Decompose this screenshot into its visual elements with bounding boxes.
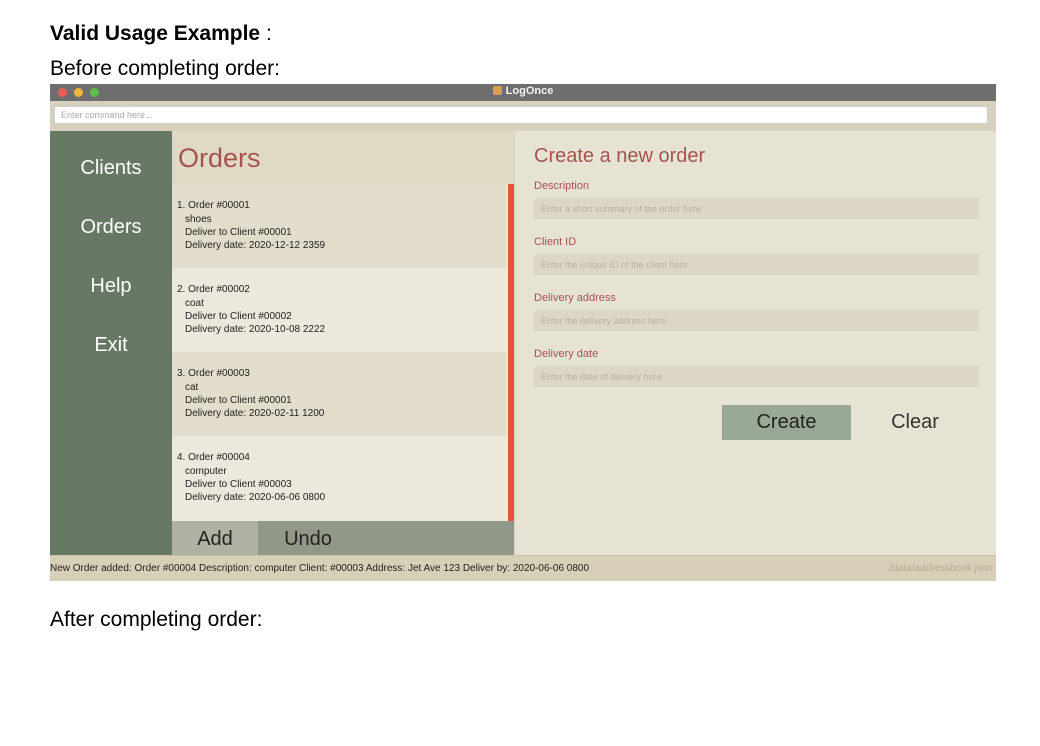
delivery-address-label: Delivery address	[534, 292, 616, 304]
app-window: LogOnce Clients Orders Help Exit Orders …	[50, 84, 996, 581]
order-number: 3. Order #00003	[177, 368, 250, 379]
before-label: Before completing order:	[50, 57, 280, 80]
create-order-form: Create a new order Description Client ID…	[514, 131, 996, 555]
sidebar-item-help[interactable]: Help	[50, 275, 172, 298]
description-input[interactable]	[534, 198, 979, 219]
list-item[interactable]: 4. Order #00004 computer Deliver to Clie…	[172, 436, 506, 520]
client-id-label: Client ID	[534, 236, 577, 248]
create-button[interactable]: Create	[722, 405, 851, 440]
delivery-address-input[interactable]	[534, 310, 979, 331]
delivery-date-label: Delivery date	[534, 348, 599, 360]
orders-pane: Orders 1. Order #00001 shoes Deliver to …	[172, 131, 514, 555]
order-client: Deliver to Client #00001	[185, 227, 292, 238]
command-bar	[50, 101, 996, 131]
delivery-date-input[interactable]	[534, 366, 979, 387]
status-message: New Order added: Order #00004 Descriptio…	[50, 563, 590, 574]
order-client: Deliver to Client #00001	[185, 395, 292, 406]
order-delivery-date: Delivery date: 2020-02-11 1200	[185, 408, 325, 419]
app-icon	[492, 86, 502, 95]
doc-heading-bold: Valid Usage Example	[50, 22, 261, 45]
orders-header: Orders	[172, 131, 514, 184]
list-item[interactable]: 3. Order #00003 cat Deliver to Client #0…	[172, 352, 506, 436]
order-client: Deliver to Client #00002	[185, 311, 292, 322]
order-client: Deliver to Client #00003	[185, 479, 292, 490]
window-title-text: LogOnce	[505, 85, 554, 97]
add-button[interactable]: Add	[172, 521, 258, 555]
orders-button-bar: Add Undo	[172, 521, 514, 555]
sidebar-item-orders[interactable]: Orders	[50, 216, 172, 239]
client-id-input[interactable]	[534, 254, 979, 275]
window-title: LogOnce	[50, 85, 996, 97]
sidebar-item-clients[interactable]: Clients	[50, 157, 172, 180]
order-delivery-date: Delivery date: 2020-10-08 2222	[185, 324, 326, 335]
orders-title: Orders	[178, 143, 261, 173]
form-title: Create a new order	[534, 145, 706, 167]
order-number: 4. Order #00004	[177, 452, 250, 463]
clear-button[interactable]: Clear	[855, 405, 975, 440]
doc-heading: Valid Usage Example :	[50, 22, 272, 46]
order-delivery-date: Delivery date: 2020-06-06 0800	[185, 492, 326, 503]
order-description: shoes	[185, 214, 212, 225]
order-description: computer	[185, 466, 227, 477]
orders-list[interactable]: 1. Order #00001 shoes Deliver to Client …	[172, 184, 506, 521]
status-file-path: ./data/addressbook.json	[886, 563, 993, 574]
sidebar-item-exit[interactable]: Exit	[50, 334, 172, 357]
order-description: cat	[185, 382, 199, 393]
after-label: After completing order:	[50, 608, 263, 631]
status-bar: New Order added: Order #00004 Descriptio…	[50, 555, 996, 581]
order-description: coat	[185, 298, 204, 309]
sidebar: Clients Orders Help Exit	[50, 131, 172, 555]
title-bar[interactable]: LogOnce	[50, 84, 996, 101]
list-item[interactable]: 1. Order #00001 shoes Deliver to Client …	[172, 184, 506, 268]
order-delivery-date: Delivery date: 2020-12-12 2359	[185, 240, 326, 251]
description-label: Description	[534, 180, 590, 192]
list-item[interactable]: 2. Order #00002 coat Deliver to Client #…	[172, 268, 506, 352]
command-input[interactable]	[54, 106, 988, 124]
order-number: 2. Order #00002	[177, 284, 250, 295]
order-number: 1. Order #00001	[177, 200, 250, 211]
doc-heading-suffix: :	[260, 22, 272, 45]
undo-button[interactable]: Undo	[258, 521, 358, 555]
